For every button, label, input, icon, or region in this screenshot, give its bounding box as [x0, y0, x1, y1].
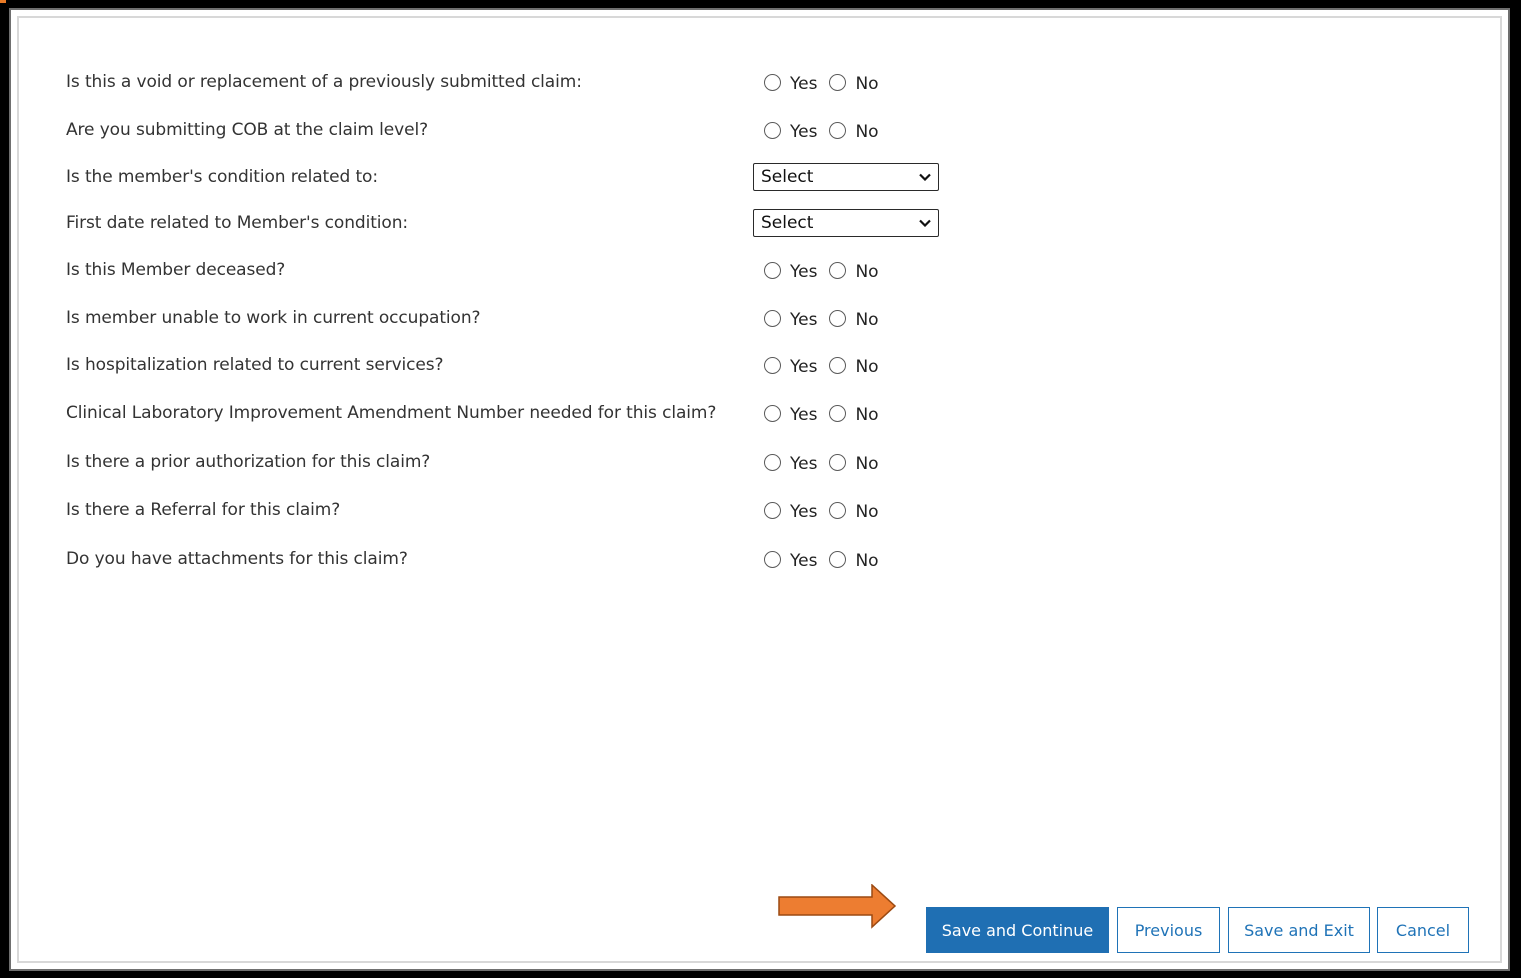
chevron-down-icon [919, 219, 931, 227]
yes-no-radio-group: Yes No [761, 120, 888, 142]
radio-yes[interactable] [764, 73, 781, 91]
question-label: Is member unable to work in current occu… [66, 308, 481, 328]
radio-no-label[interactable]: No [855, 74, 878, 94]
radio-no-label[interactable]: No [855, 262, 878, 282]
question-row-condition-related: Is the member's condition related to: Se… [66, 162, 966, 192]
radio-yes[interactable] [764, 309, 781, 327]
yes-no-radio-group: Yes No [761, 549, 888, 571]
question-row-deceased: Is this Member deceased? Yes No [66, 255, 966, 285]
radio-no-label[interactable]: No [855, 310, 878, 330]
radio-no[interactable] [829, 453, 847, 471]
radio-yes[interactable] [764, 261, 781, 279]
save-and-exit-button[interactable]: Save and Exit [1228, 907, 1370, 953]
radio-no-label[interactable]: No [855, 357, 878, 377]
question-row-first-date: First date related to Member's condition… [66, 208, 966, 238]
radio-no[interactable] [829, 356, 847, 374]
question-label: Is there a Referral for this claim? [66, 500, 341, 520]
radio-no-label[interactable]: No [855, 502, 878, 522]
question-row-hospitalization: Is hospitalization related to current se… [66, 350, 966, 380]
radio-yes[interactable] [764, 404, 781, 422]
question-label: Is there a prior authorization for this … [66, 452, 431, 472]
question-row-void-replacement: Is this a void or replacement of a previ… [66, 67, 966, 97]
question-label: Is this a void or replacement of a previ… [66, 72, 582, 92]
question-row-referral: Is there a Referral for this claim? Yes … [66, 495, 966, 525]
yes-no-radio-group: Yes No [761, 452, 888, 474]
right-arrow-icon [778, 884, 897, 929]
radio-yes[interactable] [764, 501, 781, 519]
yes-no-radio-group: Yes No [761, 260, 888, 282]
radio-yes-label[interactable]: Yes [790, 357, 817, 377]
radio-yes-label[interactable]: Yes [790, 310, 817, 330]
question-row-cob: Are you submitting COB at the claim leve… [66, 115, 966, 145]
radio-no[interactable] [829, 309, 847, 327]
yes-no-radio-group: Yes No [761, 403, 888, 425]
first-date-select[interactable]: Select [753, 209, 939, 237]
radio-yes[interactable] [764, 550, 781, 568]
radio-yes[interactable] [764, 356, 781, 374]
question-label: First date related to Member's condition… [66, 213, 409, 233]
radio-yes-label[interactable]: Yes [790, 262, 817, 282]
radio-no[interactable] [829, 550, 847, 568]
radio-no[interactable] [829, 73, 847, 91]
yes-no-radio-group: Yes No [761, 355, 888, 377]
condition-related-select-wrap: Select [753, 163, 939, 191]
radio-no-label[interactable]: No [855, 551, 878, 571]
yes-no-radio-group: Yes No [761, 308, 888, 330]
condition-related-select[interactable]: Select [753, 163, 939, 191]
select-value: Select [761, 213, 814, 233]
question-label: Is this Member deceased? [66, 260, 286, 280]
chevron-down-icon [919, 173, 931, 181]
radio-no-label[interactable]: No [855, 454, 878, 474]
corner-mark [0, 0, 6, 3]
radio-yes-label[interactable]: Yes [790, 74, 817, 94]
radio-no-label[interactable]: No [855, 405, 878, 425]
radio-no-label[interactable]: No [855, 122, 878, 142]
form-panel: Is this a void or replacement of a previ… [9, 8, 1510, 971]
question-row-prior-authorization: Is there a prior authorization for this … [66, 447, 966, 477]
question-label: Clinical Laboratory Improvement Amendmen… [66, 403, 717, 423]
save-and-continue-button[interactable]: Save and Continue [926, 907, 1109, 953]
question-label: Are you submitting COB at the claim leve… [66, 120, 429, 140]
radio-yes-label[interactable]: Yes [790, 454, 817, 474]
previous-button[interactable]: Previous [1117, 907, 1220, 953]
question-label: Is the member's condition related to: [66, 167, 378, 187]
yes-no-radio-group: Yes No [761, 72, 888, 94]
question-label: Is hospitalization related to current se… [66, 355, 444, 375]
first-date-select-wrap: Select [753, 209, 939, 237]
radio-no[interactable] [829, 121, 847, 139]
radio-yes-label[interactable]: Yes [790, 405, 817, 425]
radio-no[interactable] [829, 404, 847, 422]
question-row-clia: Clinical Laboratory Improvement Amendmen… [66, 398, 966, 428]
radio-yes-label[interactable]: Yes [790, 551, 817, 571]
radio-no[interactable] [829, 501, 847, 519]
question-row-unable-to-work: Is member unable to work in current occu… [66, 303, 966, 333]
yes-no-radio-group: Yes No [761, 500, 888, 522]
question-row-attachments: Do you have attachments for this claim? … [66, 544, 966, 574]
select-value: Select [761, 167, 814, 187]
radio-yes-label[interactable]: Yes [790, 502, 817, 522]
radio-no[interactable] [829, 261, 847, 279]
cancel-button[interactable]: Cancel [1377, 907, 1469, 953]
question-label: Do you have attachments for this claim? [66, 549, 408, 569]
radio-yes[interactable] [764, 453, 781, 471]
radio-yes[interactable] [764, 121, 781, 139]
radio-yes-label[interactable]: Yes [790, 122, 817, 142]
